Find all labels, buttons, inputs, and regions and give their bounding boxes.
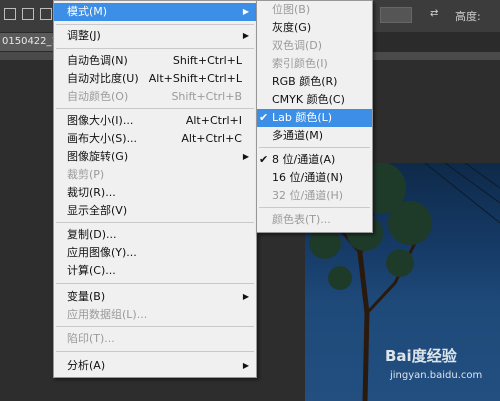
toolbar-copy-icon[interactable] [22,8,34,20]
mode-item-32-bit: 32 位/通道(H) [272,189,344,202]
mode-item-color-table: 颜色表(T)... [272,213,331,226]
menu-separator [56,222,254,223]
menu-item-trap: 陷印(T)... [67,332,115,345]
menu-item-auto-color: 自动颜色(O) Shift+Ctrl+B [67,90,242,103]
menu-item-apply-data-set: 应用数据组(L)... [67,308,148,321]
mode-item-duotone: 双色调(D) [272,39,323,52]
menu-separator [56,326,254,327]
mode-item-multichannel[interactable]: 多通道(M) [257,127,372,145]
submenu-arrow-icon: ▶ [242,152,249,161]
mode-item-bitmap: 位图(B) [272,3,311,16]
menu-item-calculations[interactable]: 计算(C)... [54,262,256,280]
mode-submenu: 位图(B) 灰度(G) 双色调(D) 索引颜色(I) RGB 颜色(R) CMY… [256,0,373,233]
menu-item-image-rotation[interactable]: 图像旋转(G) ▶ [54,148,256,166]
menu-item-image-size[interactable]: 图像大小(I)... Alt+Ctrl+I [54,112,256,130]
mode-item-16-bit[interactable]: 16 位/通道(N) [257,169,372,187]
mode-item-rgb-color[interactable]: RGB 颜色(R) [257,73,372,91]
submenu-arrow-icon: ▶ [242,361,249,370]
watermark-url: jingyan.baidu.com [390,370,483,381]
menu-item-trim[interactable]: 裁切(R)... [54,184,256,202]
submenu-arrow-icon: ▶ [242,31,249,40]
menu-item-duplicate[interactable]: 复制(D)... [54,226,256,244]
menu-separator [56,48,254,49]
watermark-logo: Bai度经验 [385,347,457,365]
menu-item-auto-contrast[interactable]: 自动对比度(U) Alt+Shift+Ctrl+L [54,70,256,88]
submenu-arrow-icon: ▶ [242,7,249,16]
toolbar-square-icon-2[interactable] [40,8,52,20]
menu-item-crop: 裁剪(P) [67,168,105,181]
width-field[interactable] [380,7,412,23]
menu-item-analysis[interactable]: 分析(A) ▶ [54,357,256,375]
menu-separator [56,351,254,352]
checkmark-icon: ✔ [259,111,269,124]
mode-item-grayscale[interactable]: 灰度(G) [257,19,372,37]
menu-separator [259,147,370,148]
submenu-arrow-icon: ▶ [242,292,249,301]
height-label: 高度: [455,10,481,23]
toolbar-square-icon[interactable] [4,8,16,20]
menu-item-mode[interactable]: 模式(M) ▶ [54,3,256,21]
menu-separator [56,24,254,25]
document-tab[interactable]: 0150422_1 [0,33,56,51]
menu-item-apply-image[interactable]: 应用图像(Y)... [54,244,256,262]
mode-item-lab-color[interactable]: ✔ Lab 颜色(L) [257,109,372,127]
swap-arrows-icon[interactable]: ⇄ [430,8,438,19]
menu-item-reveal-all[interactable]: 显示全部(V) [54,202,256,220]
mode-item-cmyk-color[interactable]: CMYK 颜色(C) [257,91,372,109]
mode-item-8-bit[interactable]: ✔ 8 位/通道(A) [257,151,372,169]
menu-item-canvas-size[interactable]: 画布大小(S)... Alt+Ctrl+C [54,130,256,148]
menu-separator [259,207,370,208]
menu-separator [56,108,254,109]
menu-separator [56,283,254,284]
menu-item-variables[interactable]: 变量(B) ▶ [54,288,256,306]
image-menu: 模式(M) ▶ 调整(J) ▶ 自动色调(N) Shift+Ctrl+L 自动对… [53,0,257,378]
mode-item-indexed-color: 索引颜色(I) [272,57,328,70]
menu-item-adjust[interactable]: 调整(J) ▶ [54,27,256,45]
checkmark-icon: ✔ [259,153,269,166]
menu-item-auto-tone[interactable]: 自动色调(N) Shift+Ctrl+L [54,52,256,70]
